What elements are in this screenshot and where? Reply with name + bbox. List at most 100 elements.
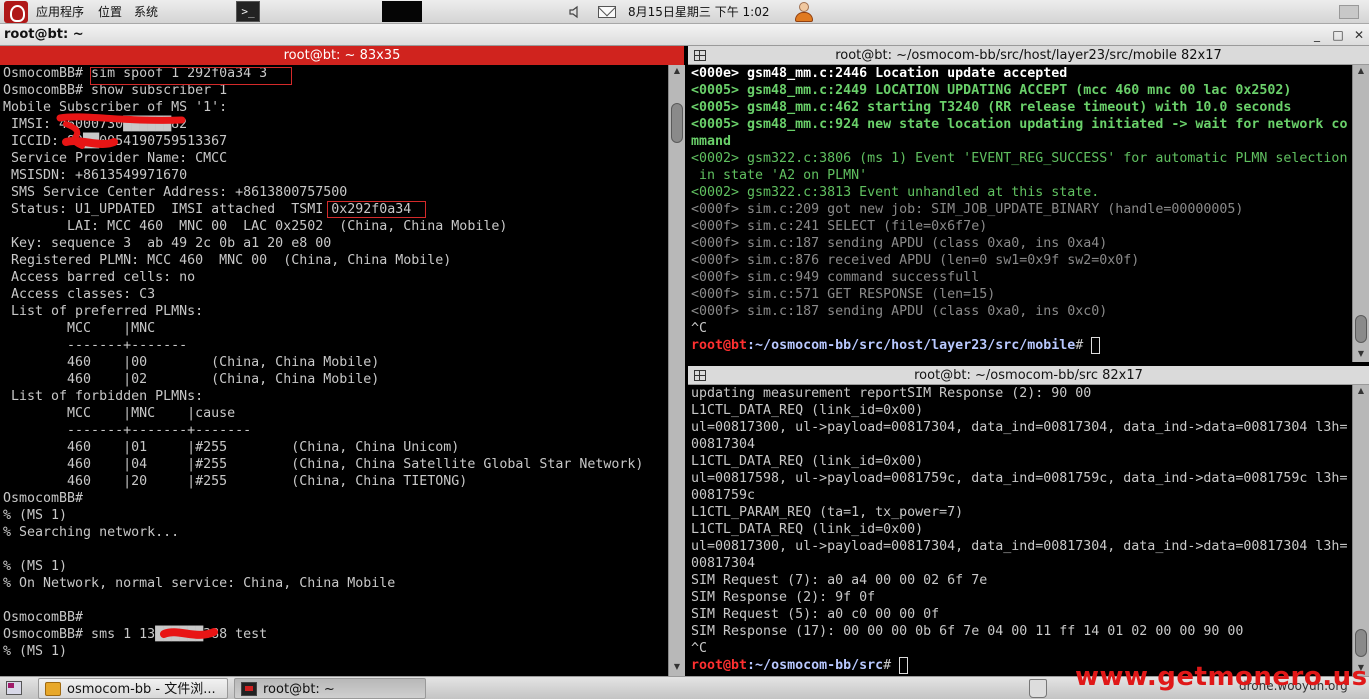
terminal-line: MSISDN: +8613549971670: [3, 168, 188, 183]
terminal-line: <000f> sim.c:949 command successfull: [691, 270, 980, 285]
text-cursor: [899, 657, 909, 674]
terminal-line: ul=00817300, ul->payload=00817304, data_…: [691, 539, 1348, 554]
shell-prompt[interactable]: root@bt:~/osmocom-bb/src/host/layer23/sr…: [691, 337, 1348, 354]
terminal-line: in state 'A2 on PLMN': [691, 168, 868, 183]
left-terminal-output: OsmocomBB# sim spoof 1 292f0a34 3 Osmocom…: [3, 65, 664, 660]
menu-places[interactable]: 位置: [98, 0, 122, 24]
terminal-line: SIM Response (17): 00 00 00 0b 6f 7e 04 …: [691, 624, 1244, 639]
terminal-line: <0005> gsm48_mm.c:462 starting T3240 (RR…: [691, 100, 1292, 115]
terminal-line: Key: sequence 3 ab 49 2c 0b a1 20 e8 00: [3, 236, 332, 251]
terminal-line: LAI: MCC 460 MNC 00 LAC 0x2502 (China, C…: [3, 219, 508, 234]
redaction-scribble-iccid: [62, 137, 118, 148]
terminal-line: 0081759c: [691, 488, 756, 503]
terminal-line: % (MS 1): [3, 559, 68, 574]
terminal-line: OsmocomBB#: [3, 610, 84, 625]
right-top-pane-title-text: root@bt: ~/osmocom-bb/src/host/layer23/s…: [835, 48, 1222, 63]
scroll-up-arrow-icon[interactable]: ▲: [669, 65, 685, 77]
prompt-path: :~/osmocom-bb/src: [747, 658, 884, 673]
pane-grid-icon: [694, 50, 706, 61]
terminal-line: MCC |MNC: [3, 321, 156, 336]
terminal-line: <000f> sim.c:187 sending APDU (class 0xa…: [691, 304, 1108, 319]
terminal-line: <000f> sim.c:187 sending APDU (class 0xa…: [691, 236, 1108, 251]
window-title: root@bt: ~: [4, 27, 84, 42]
right-bottom-terminal-output: updating measurement reportSIM Response …: [691, 385, 1348, 674]
pane-grid-icon: [694, 370, 706, 381]
prompt-path: :~/osmocom-bb/src/host/layer23/src/mobil…: [747, 338, 1076, 353]
terminal-line: <0002> gsm322.c:3813 Event unhandled at …: [691, 185, 1100, 200]
terminal-line: 460 |02 (China, China Mobile): [3, 372, 380, 387]
right-bottom-scrollbar-thumb[interactable]: [1355, 629, 1367, 657]
maximize-button[interactable]: □: [1331, 28, 1345, 42]
user-icon[interactable]: [793, 1, 815, 23]
folder-icon: [45, 682, 61, 696]
terminal-icon: [241, 682, 257, 696]
right-bottom-terminal[interactable]: updating measurement reportSIM Response …: [688, 385, 1352, 676]
annotation-box-sim-spoof: [90, 67, 292, 85]
backtrack-logo-icon[interactable]: [4, 1, 28, 23]
left-pane-title-text: root@bt: ~ 83x35: [283, 48, 401, 63]
menu-applications[interactable]: 应用程序: [36, 0, 84, 24]
terminal-line: 460 |04 |#255 (China, China Satellite Gl…: [3, 457, 644, 472]
terminal-line: L1CTL_DATA_REQ (link_id=0x00): [691, 403, 924, 418]
left-pane-title[interactable]: root@bt: ~ 83x35: [0, 46, 684, 65]
speaker-icon[interactable]: [568, 5, 582, 19]
terminal-line: <000f> sim.c:571 GET RESPONSE (len=15): [691, 287, 996, 302]
terminal-line: mmand: [691, 134, 732, 149]
terminal-line: L1CTL_DATA_REQ (link_id=0x00): [691, 454, 924, 469]
terminal-line: Service Provider Name: CMCC: [3, 151, 228, 166]
terminal-line: SMS Service Center Address: +86138007575…: [3, 185, 348, 200]
terminal-line: ^C: [691, 641, 708, 656]
window-titlebar[interactable]: root@bt: ~ _ □ ✕: [0, 24, 1369, 46]
text-cursor: [1091, 337, 1101, 354]
terminal-line: <000e> gsm48_mm.c:2446 Location update a…: [691, 66, 1068, 81]
redaction-scribble-phone: [160, 628, 218, 639]
right-top-pane-title[interactable]: root@bt: ~/osmocom-bb/src/host/layer23/s…: [688, 46, 1369, 65]
right-top-scrollbar-thumb[interactable]: [1355, 315, 1367, 343]
terminal-launcher-icon[interactable]: >_: [236, 1, 260, 22]
terminal-line: 00817304: [691, 556, 756, 571]
terminal-line: SIM Response (2): 9f 0f: [691, 590, 876, 605]
terminal-line: SIM Request (5): a0 c0 00 00 0f: [691, 607, 940, 622]
terminal-line: Access classes: C3: [3, 287, 156, 302]
right-bottom-pane-title[interactable]: root@bt: ~/osmocom-bb/src 82x17: [688, 366, 1369, 385]
left-scrollbar[interactable]: ▲ ▼: [668, 65, 685, 676]
show-desktop-icon[interactable]: [6, 681, 22, 695]
right-top-terminal[interactable]: <000e> gsm48_mm.c:2446 Location update a…: [688, 65, 1352, 362]
terminal-line: 460 |01 |#255 (China, China Unicom): [3, 440, 460, 455]
left-scrollbar-thumb[interactable]: [671, 103, 683, 143]
scroll-up-arrow-icon[interactable]: ▲: [1353, 385, 1369, 397]
terminal-line: SIM Request (7): a0 a4 00 00 02 6f 7e: [691, 573, 988, 588]
workspace-indicator[interactable]: [1339, 5, 1359, 19]
terminal-line: -------+-------+-------: [3, 423, 252, 438]
minimize-button[interactable]: _: [1310, 28, 1324, 42]
prompt-user: root@bt: [691, 658, 748, 673]
mail-icon[interactable]: [598, 6, 616, 18]
task-file-browser[interactable]: osmocom-bb - 文件浏...: [38, 678, 228, 699]
terminal-line: Registered PLMN: MCC 460 MNC 00 (China, …: [3, 253, 452, 268]
prompt-user: root@bt: [691, 338, 748, 353]
terminal-line: OsmocomBB#: [3, 491, 84, 506]
menu-system[interactable]: 系统: [134, 0, 158, 24]
trash-icon[interactable]: [1029, 679, 1047, 698]
terminal-line: MCC |MNC |cause: [3, 406, 236, 421]
terminal-line: <000f> sim.c:209 got new job: SIM_JOB_UP…: [691, 202, 1244, 217]
clock[interactable]: 8月15日星期三 下午 1:02: [628, 0, 769, 24]
terminal-line: 00817304: [691, 437, 756, 452]
prompt-symbol: #: [883, 658, 900, 673]
annotation-box-tsmi: [327, 201, 426, 218]
terminal-line: -------+-------: [3, 338, 188, 353]
terminal-line: 460 |00 (China, China Mobile): [3, 355, 380, 370]
terminal-line: ul=00817300, ul->payload=00817304, data_…: [691, 420, 1348, 435]
terminal-line: % (MS 1): [3, 508, 68, 523]
terminal-line: <0005> gsm48_mm.c:924 new state location…: [691, 117, 1348, 132]
terminal-line: OsmocomBB# sms 1 13██████388 test: [3, 627, 268, 642]
scroll-up-arrow-icon[interactable]: ▲: [1353, 65, 1369, 77]
scroll-down-arrow-icon[interactable]: ▼: [1353, 348, 1369, 360]
right-bottom-scrollbar[interactable]: ▲ ▼: [1352, 385, 1369, 676]
scroll-down-arrow-icon[interactable]: ▼: [669, 661, 685, 673]
left-terminal[interactable]: OsmocomBB# sim spoof 1 292f0a34 3 Osmocom…: [0, 65, 668, 676]
terminal-line: L1CTL_DATA_REQ (link_id=0x00): [691, 522, 924, 537]
right-top-scrollbar[interactable]: ▲ ▼: [1352, 65, 1369, 362]
close-button[interactable]: ✕: [1352, 28, 1366, 42]
task-terminal[interactable]: root@bt: ~: [234, 678, 426, 699]
